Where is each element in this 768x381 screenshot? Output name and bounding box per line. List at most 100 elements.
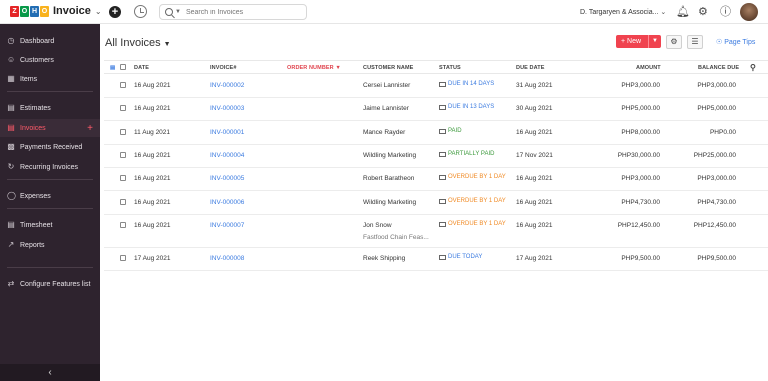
column-header-date[interactable]: DATE — [134, 65, 149, 71]
row-checkbox[interactable] — [120, 175, 126, 181]
table-row[interactable]: 17 Aug 2021 INV-000008 Reek Shipping DUE TO… — [104, 248, 768, 271]
column-header-status[interactable]: STATUS — [439, 65, 461, 71]
caret-down-icon[interactable]: ▼ — [175, 9, 181, 15]
table-row[interactable]: 11 Aug 2021 INV-000001 Mance Rayder PAID 16 … — [104, 122, 768, 145]
invoice-number-link[interactable]: INV-000008 — [210, 255, 244, 262]
invoice-number-link[interactable]: INV-000003 — [210, 105, 244, 112]
table-row[interactable]: 16 Aug 2021 INV-000003 Jaime Lannister DUE … — [104, 98, 768, 121]
view-options-button[interactable]: ☰ — [687, 35, 703, 49]
search-box[interactable]: ▼ — [159, 4, 307, 20]
column-header-invoice[interactable]: INVOICE# — [210, 65, 236, 71]
page-tips-label: Page Tips — [724, 39, 756, 46]
sidebar-item-items[interactable]: ▦ Items — [0, 70, 100, 88]
balance-due: PHP12,450.00 — [693, 222, 736, 229]
balance-due: PHP9,500.00 — [697, 255, 736, 262]
invoice-number-link[interactable]: INV-000005 — [210, 175, 244, 182]
reports-icon: ↗ — [7, 240, 15, 249]
search-input[interactable] — [185, 8, 296, 16]
sidebar-item-reports[interactable]: ↗ Reports — [0, 236, 100, 254]
invoice-number-link[interactable]: INV-000006 — [210, 199, 244, 206]
balance-due: PHP0.00 — [709, 129, 736, 136]
column-header-balance-due[interactable]: BALANCE DUE — [698, 65, 739, 71]
row-checkbox[interactable] — [120, 152, 126, 158]
column-header-amount[interactable]: AMOUNT — [636, 65, 661, 71]
status-badge: PAID — [439, 128, 462, 134]
status-text: PAID — [448, 128, 462, 134]
balance-due: PHP5,000.00 — [697, 105, 736, 112]
help-icon[interactable]: ⓘ — [720, 6, 731, 18]
row-checkbox[interactable] — [120, 255, 126, 261]
invoice-number-link[interactable]: INV-000001 — [210, 129, 244, 136]
sidebar-item-configure-features[interactable]: ⇄ Configure Features list — [0, 275, 100, 293]
row-checkbox[interactable] — [120, 199, 126, 205]
row-checkbox[interactable] — [120, 129, 126, 135]
invoice-date: 16 Aug 2021 — [134, 152, 171, 159]
new-button-label: + New — [621, 38, 642, 45]
table-row[interactable]: 16 Aug 2021 INV-000007 Jon Snow Fastfood Ch… — [104, 215, 768, 248]
quick-create-button[interactable]: + — [109, 6, 121, 18]
invoice-date: 16 Aug 2021 — [134, 199, 171, 206]
invoice-number-link[interactable]: INV-000007 — [210, 222, 244, 229]
settings-button[interactable]: ⚙ — [666, 35, 682, 49]
collapse-sidebar-button[interactable]: ‹ — [0, 364, 100, 381]
sidebar-item-invoices[interactable]: ▤ Invoices + — [0, 119, 100, 137]
caret-down-icon: ▼ — [163, 41, 171, 48]
new-invoice-button[interactable]: + New ▼ — [616, 35, 661, 48]
customer-name: Reek Shipping — [363, 255, 406, 262]
chevron-left-icon: ‹ — [48, 367, 52, 378]
column-customize-icon[interactable]: ▤ — [110, 65, 115, 71]
sidebar-item-timesheet[interactable]: ▤ Timesheet — [0, 216, 100, 234]
app-brand[interactable]: Z O H O Invoice ⌄ — [10, 5, 102, 17]
status-text: PARTIALLY PAID — [448, 151, 495, 157]
sidebar-item-label: Expenses — [20, 192, 51, 200]
column-header-customer-name[interactable]: CUSTOMER NAME — [363, 65, 413, 71]
gear-icon[interactable]: ⚙ — [698, 6, 708, 18]
balance-due: PHP3,000.00 — [697, 82, 736, 89]
sidebar-item-label: Reports — [20, 241, 45, 249]
sidebar-item-dashboard[interactable]: ◷ Dashboard — [0, 32, 100, 50]
sidebar-item-label: Payments Received — [20, 143, 83, 151]
sidebar-item-label: Estimates — [20, 104, 51, 112]
caret-down-icon[interactable]: ▼ — [648, 35, 661, 48]
invoice-number-link[interactable]: INV-000004 — [210, 152, 244, 159]
gear-icon: ⚙ — [670, 37, 678, 46]
amount: PHP12,450.00 — [617, 222, 660, 229]
bell-icon[interactable]: 🔔︎ — [676, 6, 690, 18]
row-checkbox[interactable] — [120, 105, 126, 111]
row-checkbox[interactable] — [120, 222, 126, 228]
page-tips-link[interactable]: ☉ Page Tips — [716, 38, 755, 46]
table-row[interactable]: 16 Aug 2021 INV-000006 Wildling Marketing O… — [104, 192, 768, 215]
logo-letter: O — [40, 5, 49, 17]
table-row[interactable]: 16 Aug 2021 INV-000004 Wildling Marketing P… — [104, 145, 768, 168]
column-header-order-number[interactable]: ORDER NUMBER ▼ — [287, 65, 341, 71]
due-date: 17 Nov 2021 — [516, 152, 553, 159]
column-header-label: ORDER NUMBER — [287, 65, 334, 71]
due-date: 16 Aug 2021 — [516, 129, 553, 136]
column-header-due-date[interactable]: DUE DATE — [516, 65, 545, 71]
add-invoice-icon[interactable]: + — [87, 123, 93, 134]
page-title[interactable]: All Invoices ▼ — [105, 37, 171, 49]
sidebar-item-customers[interactable]: ☺ Customers — [0, 51, 100, 69]
row-checkbox[interactable] — [120, 82, 126, 88]
invoice-date: 16 Aug 2021 — [134, 175, 171, 182]
sidebar-item-payments-received[interactable]: ▩ Payments Received — [0, 138, 100, 156]
select-all-checkbox[interactable] — [120, 64, 126, 70]
due-date: 16 Aug 2021 — [516, 222, 553, 229]
search-icon[interactable]: ⚲ — [750, 63, 756, 72]
org-switcher[interactable]: D. Targaryen & Associa... ⌄ — [580, 8, 666, 16]
amount: PHP3,000.00 — [621, 82, 660, 89]
table-row[interactable]: 16 Aug 2021 INV-000005 Robert Baratheon OVE… — [104, 168, 768, 191]
invoice-number-link[interactable]: INV-000002 — [210, 82, 244, 89]
sidebar-item-expenses[interactable]: ◯ Expenses — [0, 187, 100, 205]
table-row[interactable]: 16 Aug 2021 INV-000002 Cersei Lannister DUE… — [104, 75, 768, 98]
avatar[interactable] — [740, 3, 758, 21]
timesheet-icon: ▤ — [7, 220, 15, 229]
due-date: 30 Aug 2021 — [516, 105, 553, 112]
search-icon — [165, 8, 173, 16]
sidebar-item-recurring-invoices[interactable]: ↻ Recurring Invoices — [0, 158, 100, 176]
chevron-down-icon: ⌄ — [94, 6, 102, 16]
divider — [7, 267, 93, 268]
history-icon[interactable] — [134, 5, 147, 18]
sidebar-item-label: Customers — [20, 56, 54, 64]
sidebar-item-estimates[interactable]: ▤ Estimates — [0, 99, 100, 117]
